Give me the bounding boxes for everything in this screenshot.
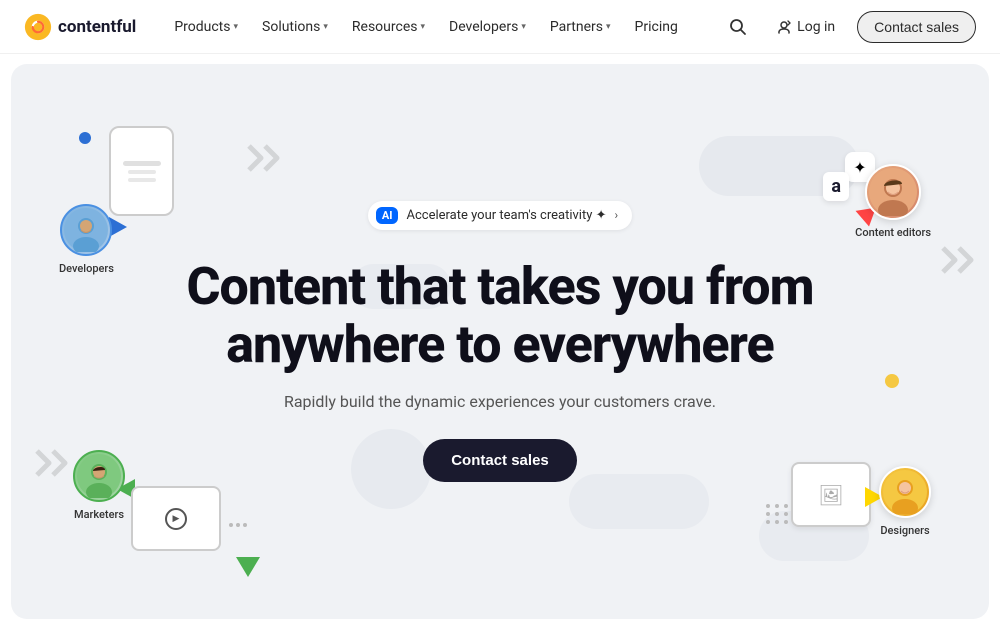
avatar (865, 164, 921, 220)
video-mockup: ▶ (131, 486, 221, 551)
main-nav: contentful Products ▾ Solutions ▾ Resour… (0, 0, 1000, 54)
hero-section: Developers ✦ a Content editors AI Acce (11, 64, 989, 619)
decorative-chevrons (937, 244, 977, 276)
decorative-dot (79, 132, 91, 144)
decorative-dots (766, 504, 789, 524)
chevron-down-icon: ▾ (233, 22, 238, 32)
avatar (879, 466, 931, 518)
image-icon: 🖼 (818, 483, 843, 507)
nav-links: Products ▾ Solutions ▾ Resources ▾ Devel… (164, 13, 722, 41)
logo[interactable]: contentful (24, 13, 136, 41)
content-editors-card: Content editors (855, 164, 931, 239)
nav-pricing[interactable]: Pricing (625, 13, 688, 41)
chevron-down-icon: ▾ (606, 22, 611, 32)
nav-developers[interactable]: Developers ▾ (439, 13, 536, 41)
chevron-down-icon: ▾ (420, 22, 425, 32)
play-icon: ▶ (165, 508, 187, 530)
nav-actions: Log in Contact sales (722, 11, 976, 43)
hero-content: AI Accelerate your team's creativity ✦ ›… (186, 201, 813, 482)
text-cursor-card: a (823, 172, 849, 201)
search-icon[interactable] (722, 11, 754, 43)
decorative-chevrons (243, 142, 283, 178)
decorative-line (128, 178, 156, 182)
decorative-line (128, 170, 156, 174)
decorative-line (123, 161, 161, 166)
ai-label: AI (376, 207, 399, 224)
nav-solutions[interactable]: Solutions ▾ (252, 13, 338, 41)
nav-products[interactable]: Products ▾ (164, 13, 248, 41)
login-button[interactable]: Log in (766, 13, 845, 41)
content-editors-label: Content editors (855, 226, 931, 239)
contact-sales-cta[interactable]: Contact sales (423, 439, 577, 482)
decorative-dot (885, 374, 899, 388)
phone-mockup (109, 126, 174, 216)
decorative-dots (229, 523, 247, 527)
developers-card: Developers (59, 204, 114, 275)
decorative-chevrons (31, 447, 71, 479)
developers-label: Developers (59, 262, 114, 275)
nav-resources[interactable]: Resources ▾ (342, 13, 435, 41)
chevron-right-icon: › (615, 208, 619, 222)
designers-card: Designers (879, 466, 931, 537)
decorative-blob (569, 474, 709, 529)
hero-title: Content that takes you from anywhere to … (186, 258, 813, 374)
ai-badge-text: Accelerate your team's creativity ✦ (406, 208, 606, 223)
marketers-label: Marketers (74, 508, 124, 521)
designers-label: Designers (880, 524, 929, 537)
contact-sales-button[interactable]: Contact sales (857, 11, 976, 43)
chevron-down-icon: ▾ (323, 22, 328, 32)
marketers-card: Marketers (73, 450, 125, 521)
hero-subtitle: Rapidly build the dynamic experiences yo… (284, 392, 716, 411)
avatar (60, 204, 112, 256)
chevron-down-icon: ▾ (521, 22, 526, 32)
ai-badge[interactable]: AI Accelerate your team's creativity ✦ › (368, 201, 632, 230)
logo-text: contentful (58, 17, 136, 37)
nav-partners[interactable]: Partners ▾ (540, 13, 621, 41)
down-arrow-icon (236, 557, 260, 577)
avatar (73, 450, 125, 502)
